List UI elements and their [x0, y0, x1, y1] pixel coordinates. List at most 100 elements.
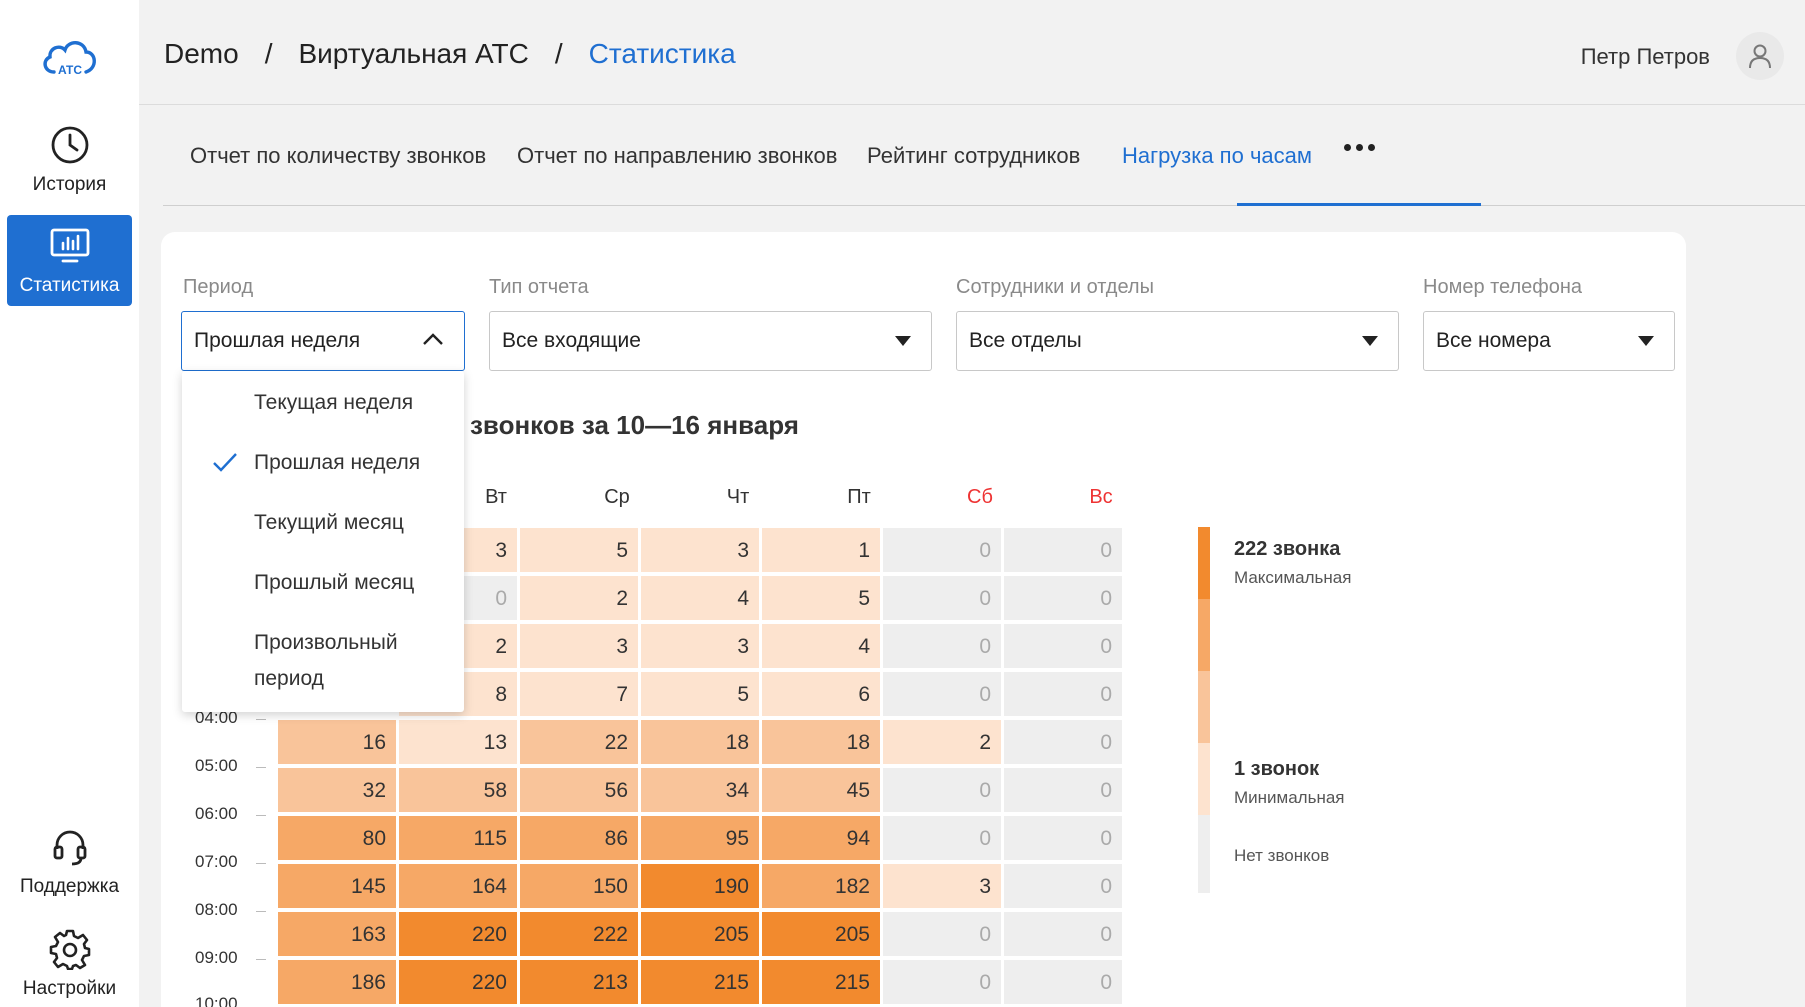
period-option-custom-line2[interactable]: период: [254, 667, 324, 691]
heatmap-cell: 2: [520, 576, 640, 622]
report-type-select[interactable]: Все входящие: [489, 311, 932, 371]
period-dropdown-menu: Текущая неделя Прошлая неделя Текущий ме…: [182, 371, 464, 712]
sidebar-item-support[interactable]: Поддержка: [7, 816, 132, 907]
period-option-last-month[interactable]: Прошлый месяц: [254, 571, 414, 595]
tab-call-count[interactable]: Отчет по количеству звонков: [190, 143, 486, 169]
time-tick: [256, 719, 266, 720]
heatmap-cell: 0: [1004, 624, 1124, 670]
time-label: 07:00: [195, 852, 238, 871]
sidebar-item-statistics[interactable]: Статистика: [7, 215, 132, 306]
heatmap-cell: 182: [762, 864, 882, 910]
heatmap-cell: 0: [1004, 912, 1124, 958]
day-header-thu: Чт: [726, 486, 750, 508]
sidebar-item-label: История: [32, 173, 107, 195]
sidebar-item-settings[interactable]: Настройки: [7, 918, 132, 1007]
heatmap-cell: 205: [762, 912, 882, 958]
tab-employee-rating[interactable]: Рейтинг сотрудников: [867, 143, 1080, 169]
heatmap-cell: 22: [520, 720, 640, 766]
period-option-current-month[interactable]: Текущий месяц: [254, 511, 404, 535]
heatmap-cell: 0: [1004, 768, 1124, 814]
heatmap-cell: 6: [762, 672, 882, 718]
legend-min-label: Минимальная: [1234, 788, 1345, 807]
sidebar-item-label: Статистика: [19, 274, 120, 296]
heatmap-cell: 5: [520, 528, 640, 574]
heatmap-cell: 4: [762, 624, 882, 670]
heatmap-cell: 190: [641, 864, 761, 910]
heatmap-cell: 3: [641, 528, 761, 574]
breadcrumb-virtual-pbx[interactable]: Виртуальная АТС: [298, 38, 528, 70]
heatmap-cell: 164: [399, 864, 519, 910]
heatmap-cell: 215: [641, 960, 761, 1006]
avatar[interactable]: [1736, 32, 1784, 80]
sidebar-item-history[interactable]: История: [7, 114, 132, 205]
day-header-sun: Вс: [1089, 486, 1113, 508]
heatmap-cell: 16: [278, 720, 398, 766]
time-tick: [256, 815, 266, 816]
period-value: Прошлая неделя: [194, 329, 361, 352]
heatmap-cell: 3: [641, 624, 761, 670]
period-option-current-week[interactable]: Текущая неделя: [254, 391, 413, 415]
heatmap-cell: 0: [883, 912, 1003, 958]
more-horizontal-icon[interactable]: [1344, 140, 1380, 154]
heatmap-cell: 18: [641, 720, 761, 766]
caret-down-icon: [1638, 336, 1654, 346]
top-header: Demo / Виртуальная АТС / Статистика Петр…: [139, 0, 1805, 105]
day-header-wed: Ср: [604, 486, 630, 508]
heatmap-cell: 45: [762, 768, 882, 814]
heatmap-cell: 213: [520, 960, 640, 1006]
chart-title: звонков за 10—16 января: [470, 410, 799, 440]
time-tick: [256, 863, 266, 864]
heatmap-cell: 80: [278, 816, 398, 862]
heatmap-cell: 150: [520, 864, 640, 910]
heatmap-cell: 94: [762, 816, 882, 862]
heatmap-cell: 58: [399, 768, 519, 814]
employees-select[interactable]: Все отделы: [956, 311, 1399, 371]
heatmap-cell: 0: [883, 672, 1003, 718]
period-select[interactable]: Прошлая неделя: [181, 311, 465, 371]
heatmap-cell: 0: [1004, 816, 1124, 862]
user-icon: [1749, 44, 1771, 69]
heatmap-cell: 0: [1004, 576, 1124, 622]
heatmap-cell: 205: [641, 912, 761, 958]
heatmap-cell: 34: [641, 768, 761, 814]
heatmap-cell: 0: [1004, 720, 1124, 766]
day-header-sat: Сб: [967, 486, 993, 508]
heatmap-cell: 4: [641, 576, 761, 622]
sidebar-item-label: Поддержка: [19, 875, 120, 897]
sidebar-item-label: Настройки: [22, 977, 117, 999]
caret-down-icon: [895, 336, 911, 346]
period-option-last-week[interactable]: Прошлая неделя: [254, 451, 420, 475]
heatmap-cell: 186: [278, 960, 398, 1006]
heatmap-cell: 86: [520, 816, 640, 862]
period-option-custom[interactable]: Произвольный: [254, 631, 398, 655]
breadcrumb-separator: /: [554, 38, 563, 69]
cloud-logo-icon[interactable]: АТС: [40, 34, 100, 80]
heatmap-cell: 56: [520, 768, 640, 814]
heatmap-cell: 3: [883, 864, 1003, 910]
tab-hourly-load[interactable]: Нагрузка по часам: [1122, 143, 1312, 169]
report-tabs: Отчет по количеству звонков Отчет по нап…: [163, 105, 1805, 206]
tab-call-direction[interactable]: Отчет по направлению звонков: [517, 143, 837, 169]
heatmap-cell: 2: [883, 720, 1003, 766]
time-tick: [256, 767, 266, 768]
phone-label: Номер телефона: [1423, 276, 1583, 298]
breadcrumb-demo[interactable]: Demo: [164, 38, 239, 70]
breadcrumb: Demo / Виртуальная АТС / Статистика: [164, 38, 736, 70]
legend-min-value: 1 звонок: [1234, 758, 1320, 780]
phone-select[interactable]: Все номера: [1423, 311, 1675, 371]
employees-value: Все отделы: [969, 329, 1082, 352]
day-header-fri: Пт: [847, 486, 871, 508]
time-tick: [256, 959, 266, 960]
heatmap-cell: 222: [520, 912, 640, 958]
time-label: 06:00: [195, 804, 238, 823]
heatmap-cell: 115: [399, 816, 519, 862]
heatmap-cell: 95: [641, 816, 761, 862]
heatmap-cell: 0: [883, 576, 1003, 622]
user-name[interactable]: Петр Петров: [1581, 44, 1710, 70]
heatmap-cell: 0: [1004, 528, 1124, 574]
heatmap-cell: 0: [883, 768, 1003, 814]
chevron-up-icon: [423, 333, 443, 345]
heatmap-cell: 0: [1004, 864, 1124, 910]
check-icon: [213, 453, 237, 472]
legend-max-swatch: [1198, 527, 1210, 599]
